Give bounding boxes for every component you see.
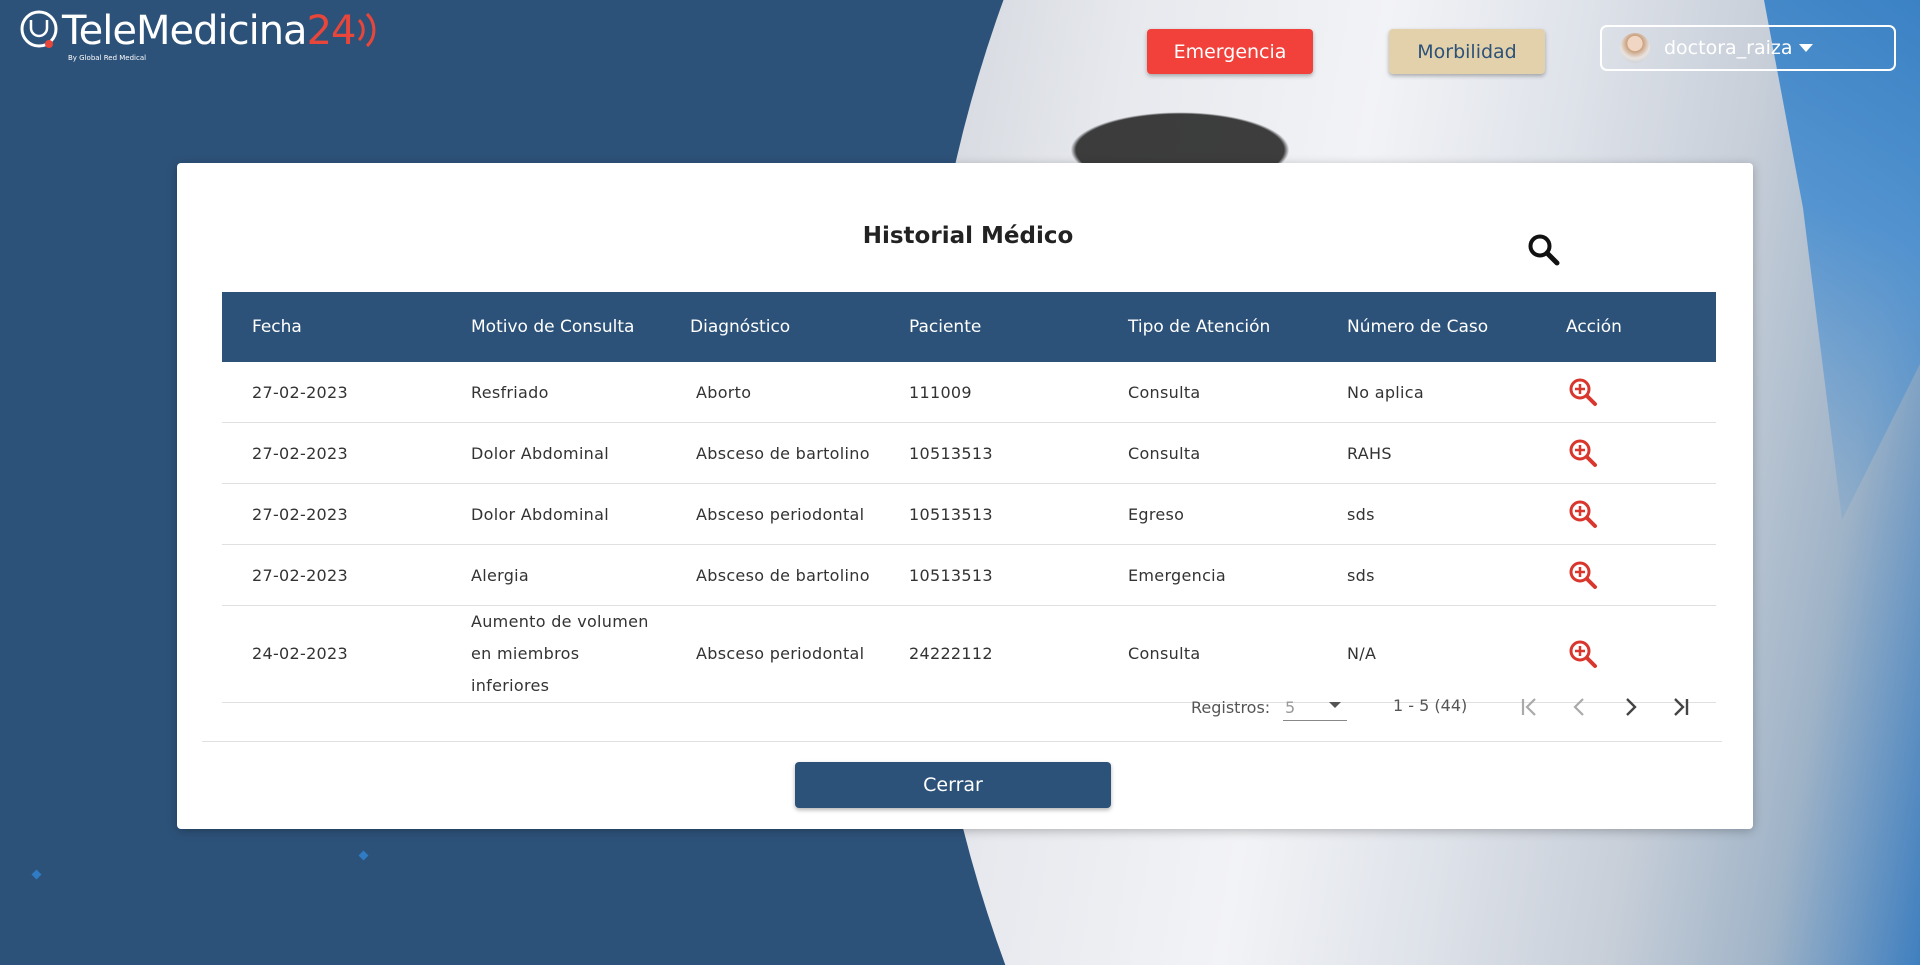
zoom-in-icon[interactable]	[1568, 499, 1598, 529]
cell-diagnostico: Absceso periodontal	[660, 483, 879, 545]
cell-fecha: 27-02-2023	[222, 422, 441, 484]
avatar	[1620, 33, 1650, 63]
user-menu-button[interactable]: doctora_raiza	[1600, 25, 1896, 71]
cell-tipo: Egreso	[1098, 483, 1317, 545]
prev-page-icon[interactable]	[1565, 692, 1595, 722]
paginator: Registros: 5 1 - 5 (44)	[177, 688, 1753, 728]
search-icon[interactable]	[1527, 233, 1561, 267]
cell-paciente: 10513513	[879, 483, 1098, 545]
username: doctora_raiza	[1664, 37, 1793, 59]
cell-accion	[1536, 483, 1716, 545]
cell-caso: sds	[1317, 544, 1536, 606]
first-page-icon[interactable]	[1515, 692, 1545, 722]
close-button[interactable]: Cerrar	[795, 762, 1111, 808]
cell-accion	[1536, 422, 1716, 484]
chevron-down-icon	[1798, 44, 1813, 52]
table-row: 27-02-2023 Dolor Abdominal Absceso perio…	[222, 483, 1716, 545]
morbidity-button[interactable]: Morbilidad	[1389, 29, 1545, 74]
table-header-row: Fecha Motivo de Consulta Diagnóstico Pac…	[222, 292, 1716, 362]
table-row: 27-02-2023 Resfriado Aborto 111009 Consu…	[222, 362, 1716, 423]
emergency-button[interactable]: Emergencia	[1147, 29, 1313, 74]
table-row: 27-02-2023 Dolor Abdominal Absceso de ba…	[222, 422, 1716, 484]
decorative-dot	[358, 850, 369, 861]
column-header-caso[interactable]: Número de Caso	[1317, 292, 1536, 362]
divider	[202, 741, 1722, 742]
cell-paciente: 10513513	[879, 422, 1098, 484]
decorative-dot	[31, 869, 42, 880]
cell-accion	[1536, 362, 1716, 423]
cell-caso: RAHS	[1317, 422, 1536, 484]
zoom-in-icon[interactable]	[1568, 438, 1598, 468]
dialog-title: Historial Médico	[862, 223, 1074, 249]
table-row: 27-02-2023 Alergia Absceso de bartolino …	[222, 544, 1716, 606]
cell-motivo: Dolor Abdominal	[441, 483, 660, 545]
column-header-diagnostico[interactable]: Diagnóstico	[660, 292, 879, 362]
cell-accion	[1536, 544, 1716, 606]
next-page-icon[interactable]	[1615, 692, 1645, 722]
cell-motivo: Dolor Abdominal	[441, 422, 660, 484]
column-header-accion: Acción	[1536, 292, 1716, 362]
last-page-icon[interactable]	[1665, 692, 1695, 722]
cell-diagnostico: Absceso de bartolino	[660, 422, 879, 484]
history-table: Fecha Motivo de Consulta Diagnóstico Pac…	[222, 292, 1716, 703]
page-size-select[interactable]: 5	[1283, 696, 1347, 721]
column-header-tipo[interactable]: Tipo de Atención	[1098, 292, 1317, 362]
stethoscope-logo-icon	[20, 10, 58, 48]
cell-fecha: 27-02-2023	[222, 544, 441, 606]
cell-fecha: 27-02-2023	[222, 362, 441, 423]
zoom-in-icon[interactable]	[1568, 639, 1598, 669]
cell-paciente: 111009	[879, 362, 1098, 423]
column-header-motivo[interactable]: Motivo de Consulta	[441, 292, 660, 362]
page-range-label: 1 - 5 (44)	[1393, 696, 1468, 715]
cell-fecha: 27-02-2023	[222, 483, 441, 545]
page-size-value: 5	[1285, 698, 1296, 717]
column-header-fecha[interactable]: Fecha	[222, 292, 441, 362]
zoom-in-icon[interactable]	[1568, 560, 1598, 590]
cell-diagnostico: Absceso de bartolino	[660, 544, 879, 606]
logo-text: TeleMedicina24	[62, 8, 357, 54]
zoom-in-icon[interactable]	[1568, 377, 1598, 407]
cell-caso: sds	[1317, 483, 1536, 545]
cell-paciente: 10513513	[879, 544, 1098, 606]
cell-motivo: Resfriado	[441, 362, 660, 423]
logo-number: 24	[306, 8, 357, 54]
page-size-label: Registros:	[1191, 698, 1271, 717]
cell-caso: No aplica	[1317, 362, 1536, 423]
medical-history-dialog: Historial Médico Fecha Motivo de Consult…	[177, 163, 1753, 829]
signal-icon	[358, 12, 376, 48]
cell-motivo: Alergia	[441, 544, 660, 606]
column-header-paciente[interactable]: Paciente	[879, 292, 1098, 362]
cell-tipo: Consulta	[1098, 362, 1317, 423]
logo-subtitle: By Global Red Medical	[68, 54, 147, 62]
cell-diagnostico: Aborto	[660, 362, 879, 423]
cell-tipo: Consulta	[1098, 422, 1317, 484]
cell-tipo: Emergencia	[1098, 544, 1317, 606]
chevron-down-icon	[1329, 702, 1341, 708]
app-logo[interactable]: TeleMedicina24 By Global Red Medical	[16, 8, 385, 62]
